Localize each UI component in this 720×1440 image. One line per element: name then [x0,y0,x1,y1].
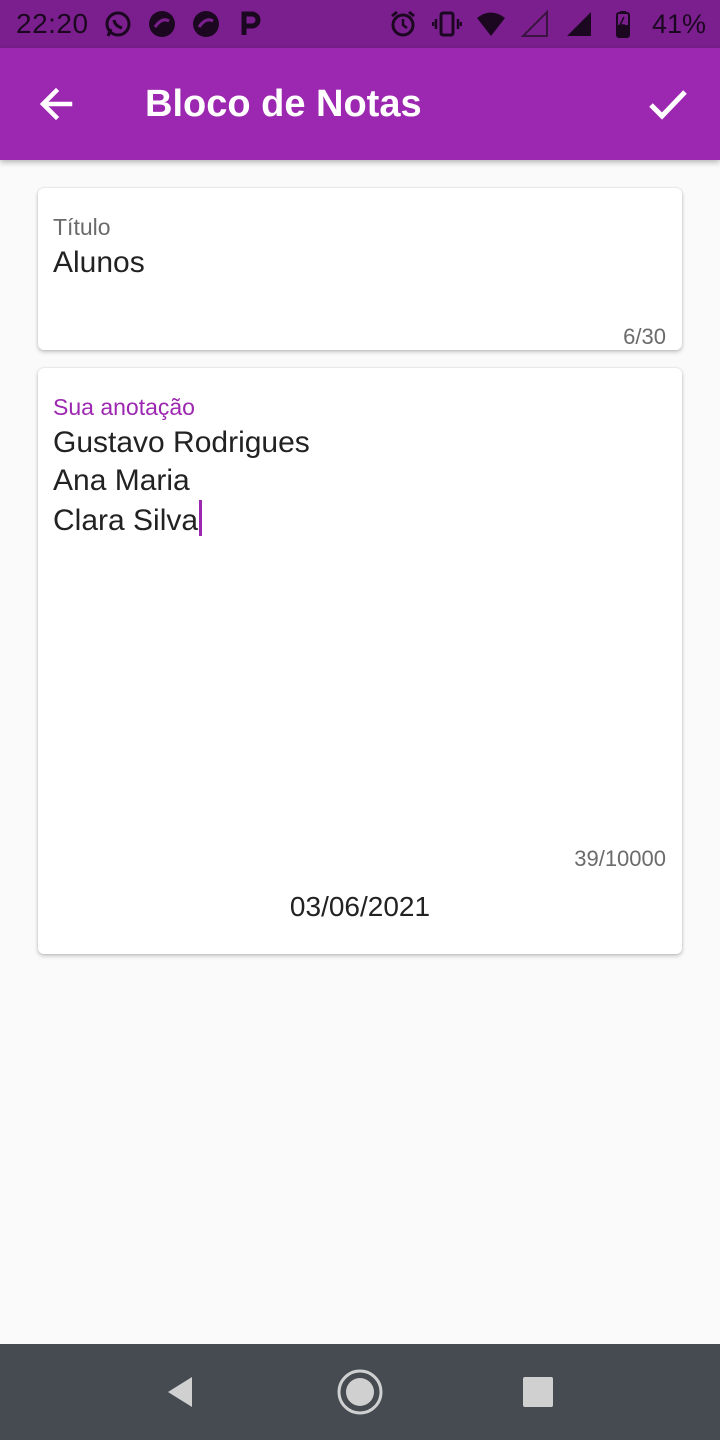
title-input[interactable]: Alunos [53,246,145,280]
text-cursor [199,500,203,536]
note-line: Ana Maria [53,464,190,497]
system-nav-bar [0,1344,720,1440]
title-char-counter: 6/30 [623,324,666,349]
note-line-last: Clara Silva [53,500,310,540]
title-card: Título Alunos 6/30 [38,188,682,350]
recents-square-icon [523,1377,553,1407]
note-line-text: Clara Silva [53,504,199,537]
status-clock: 22:20 [16,8,89,39]
app-notification-icon [191,9,221,39]
vibrate-icon [431,9,462,39]
note-line: Gustavo Rodrigues [53,426,310,459]
status-bar-left: 22:20 [16,8,265,40]
back-triangle-icon [168,1377,192,1407]
app-notification-icon [147,9,177,39]
signal-icon [564,9,594,39]
p-app-icon [235,9,265,39]
battery-percent: 41% [651,8,706,39]
note-field-label: Sua anotação [53,394,195,420]
home-circle-icon [337,1369,383,1415]
alarm-icon [388,9,418,39]
save-button[interactable] [636,76,700,132]
nav-home-button[interactable] [336,1368,384,1416]
note-date: 03/06/2021 [289,891,431,922]
check-icon [649,90,687,120]
title-field-label: Título [53,214,111,240]
status-bar: 22:20 41% [0,0,720,48]
nav-back-button[interactable] [156,1368,204,1416]
nav-recents-button[interactable] [514,1368,562,1416]
status-bar-right: 41% [388,9,706,40]
battery-icon [608,9,638,39]
app-bar: Bloco de Notas [0,48,720,160]
note-char-counter: 39/10000 [574,846,666,871]
page-title: Bloco de Notas [145,83,422,125]
note-card: Sua anotação Gustavo Rodrigues Ana Maria… [38,368,682,954]
signal-empty-icon [520,9,550,39]
note-input[interactable]: Gustavo Rodrigues Ana Maria Clara Silva [53,424,310,540]
arrow-left-icon [39,87,73,121]
back-button[interactable] [28,76,84,132]
whatsapp-icon [103,9,133,39]
wifi-icon [476,9,506,39]
